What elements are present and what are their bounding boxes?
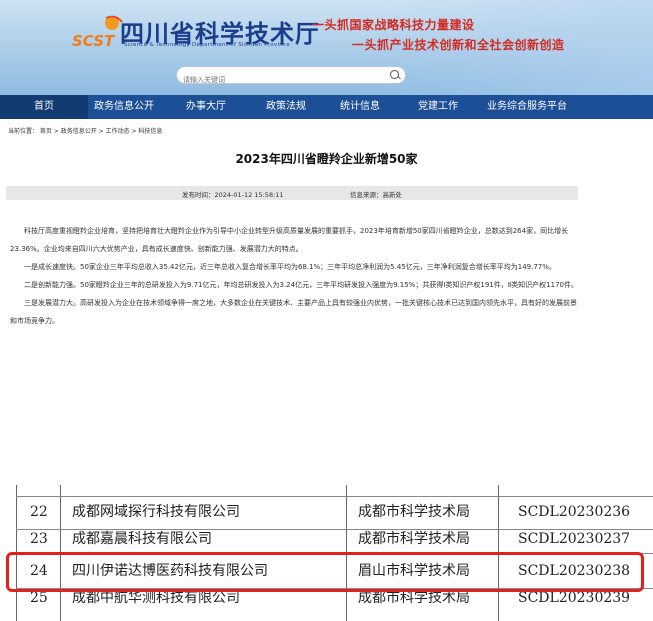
site-subtitle: Science & Technology Department of Sichu…	[124, 42, 291, 48]
company-name: 中资智能科技股份有限公司	[72, 485, 240, 496]
table-row: 25 成都中航华测科技有限公司 成都市科学技术局 SCDL20230239	[16, 588, 653, 621]
table-row: 23 成都嘉晨科技有限公司 成都市科学技术局 SCDL20230237	[16, 529, 653, 554]
nav-statistics[interactable]: 统计信息	[324, 95, 396, 119]
company-list-table: 21 中资智能科技股份有限公司 成都市科学技术局 SCDL20230235 22…	[0, 485, 653, 621]
svg-text:SCST: SCST	[72, 32, 116, 50]
recommending-dept: 成都市科学技术局	[358, 485, 470, 496]
article-meta: 发布时间：2024-01-12 15:58:11 信息来源：高新处	[6, 186, 578, 200]
nav-home[interactable]: 首页	[0, 95, 88, 119]
site-header: SCST 四川省科学技术厅 Science & Technology Depar…	[0, 0, 653, 95]
nav-service-hall[interactable]: 办事大厅	[168, 95, 244, 119]
breadcrumb[interactable]: 当前位置： 首页 > 政务信息公开 > 工作动态 > 科技信息	[8, 126, 162, 135]
article-title: 2023年四川省瞪羚企业新增50家	[235, 152, 418, 166]
nav-party-work[interactable]: 党建工作	[402, 95, 474, 119]
registration-code: SCDL20230235	[518, 485, 630, 496]
highlight-box	[6, 552, 644, 592]
article-body: 科技厅高度重视瞪羚企业培育，坚持把培育壮大瞪羚企业作为引导中小企业转型升级高质量…	[10, 222, 578, 330]
table-grid: 21 中资智能科技股份有限公司 成都市科学技术局 SCDL20230235 22…	[6, 485, 653, 621]
row-number: 21	[32, 485, 50, 496]
paragraph: 科技厅高度重视瞪羚企业培育，坚持把培育壮大瞪羚企业作为引导中小企业转型升级高质量…	[10, 227, 569, 253]
search-box	[176, 66, 406, 88]
search-input[interactable]	[177, 72, 383, 88]
publish-time: 发布时间：2024-01-12 15:58:11	[182, 191, 284, 199]
search-icon[interactable]	[390, 70, 399, 79]
main-nav: 首页 政务信息公开 办事大厅 政策法规 统计信息 党建工作 业务综合服务平台	[0, 95, 653, 119]
paragraph: 三是发展潜力大。高研发投入为企业在技术领域争得一席之地，大多数企业在关键技术、主…	[10, 299, 577, 325]
paragraph: 一是成长速度快。50家企业三年平均总收入35.42亿元，近三年总收入复合增长率平…	[24, 263, 556, 271]
info-source: 信息来源：高新处	[350, 191, 402, 199]
nav-service-platform[interactable]: 业务综合服务平台	[472, 95, 582, 119]
slogan-line-2: 一头抓产业技术创新和全社会创新创造	[352, 38, 565, 52]
paragraph: 二是创新能力强。50家瞪羚企业三年的总研发投入为9.71亿元，年均总研发投入为3…	[24, 281, 578, 289]
nav-gov-info[interactable]: 政务信息公开	[88, 95, 160, 119]
slogan-line-1: 一头抓国家战略科技力量建设	[312, 18, 475, 32]
nav-policies[interactable]: 政策法规	[248, 95, 324, 119]
